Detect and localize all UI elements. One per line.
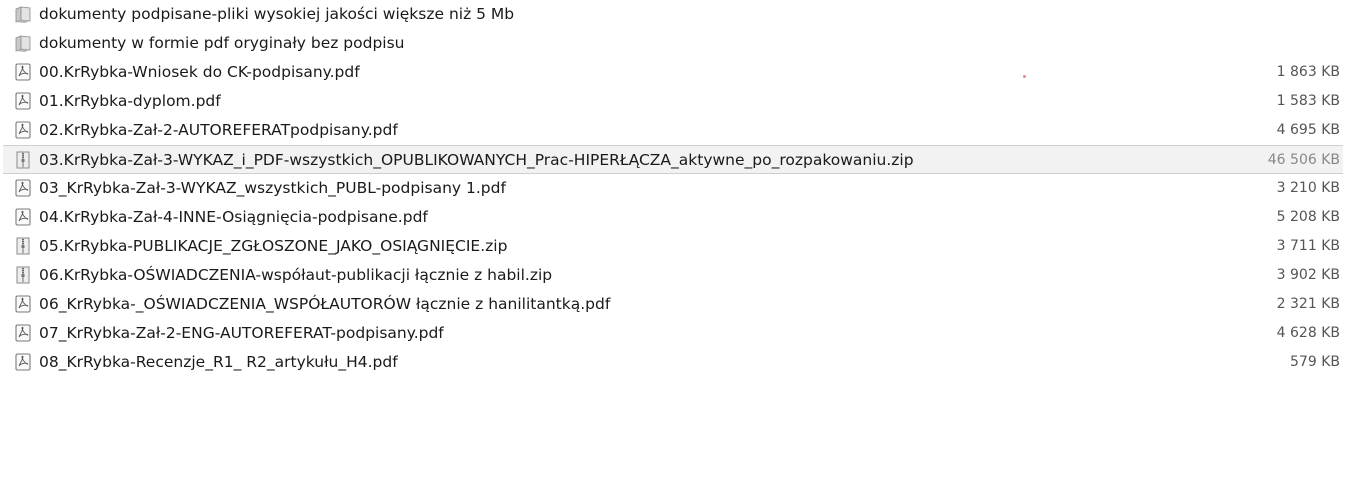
file-size: 3 902 KB	[1276, 267, 1340, 283]
file-row[interactable]: 07_KrRybka-Zał-2-ENG-AUTOREFERAT-podpisa…	[0, 319, 1346, 348]
file-name: 08_KrRybka-Recenzje_R1_ R2_artykułu_H4.p…	[39, 353, 398, 371]
pdf-file-icon	[14, 120, 32, 140]
file-name: 02.KrRybka-Zał-2-AUTOREFERATpodpisany.pd…	[39, 121, 398, 139]
file-row[interactable]: 03_KrRybka-Zał-3-WYKAZ_wszystkich_PUBL-p…	[0, 174, 1346, 203]
file-name: 07_KrRybka-Zał-2-ENG-AUTOREFERAT-podpisa…	[39, 324, 444, 342]
pdf-file-icon	[14, 62, 32, 82]
file-row[interactable]: 04.KrRybka-Zał-4-INNE-Osiągnięcia-podpis…	[0, 203, 1346, 232]
file-name: 04.KrRybka-Zał-4-INNE-Osiągnięcia-podpis…	[39, 208, 428, 226]
file-size: 1 583 KB	[1276, 93, 1340, 109]
file-list: dokumenty podpisane-pliki wysokiej jakoś…	[0, 0, 1346, 377]
file-size: 4 695 KB	[1276, 122, 1340, 138]
file-size: 5 208 KB	[1276, 209, 1340, 225]
file-size: 3 711 KB	[1276, 238, 1340, 254]
file-row[interactable]: 06_KrRybka-_OŚWIADCZENIA_WSPÓŁAUTORÓW łą…	[0, 290, 1346, 319]
file-size: 46 506 KB	[1267, 152, 1340, 168]
zip-file-icon	[14, 236, 32, 256]
scan-speck	[1023, 75, 1026, 78]
pdf-file-icon	[14, 91, 32, 111]
file-size: 579 KB	[1290, 354, 1340, 370]
file-row[interactable]: 01.KrRybka-dyplom.pdf 1 583 KB	[0, 87, 1346, 116]
file-name: 00.KrRybka-Wniosek do CK-podpisany.pdf	[39, 63, 360, 81]
file-row[interactable]: 02.KrRybka-Zał-2-AUTOREFERATpodpisany.pd…	[0, 116, 1346, 145]
file-size: 3 210 KB	[1276, 180, 1340, 196]
zip-file-icon	[14, 265, 32, 285]
file-name: 03_KrRybka-Zał-3-WYKAZ_wszystkich_PUBL-p…	[39, 179, 506, 197]
file-name: dokumenty podpisane-pliki wysokiej jakoś…	[39, 5, 515, 23]
file-name: dokumenty w formie pdf oryginały bez pod…	[39, 34, 405, 52]
file-name: 05.KrRybka-PUBLIKACJE_ZGŁOSZONE_JAKO_OSI…	[39, 237, 508, 255]
file-name: 06.KrRybka-OŚWIADCZENIA-współaut-publika…	[39, 266, 553, 284]
file-row[interactable]: 08_KrRybka-Recenzje_R1_ R2_artykułu_H4.p…	[0, 348, 1346, 377]
folder-icon	[14, 4, 32, 24]
file-name: 06_KrRybka-_OŚWIADCZENIA_WSPÓŁAUTORÓW łą…	[39, 295, 611, 313]
file-size: 2 321 KB	[1276, 296, 1340, 312]
pdf-file-icon	[14, 323, 32, 343]
file-row[interactable]: 05.KrRybka-PUBLIKACJE_ZGŁOSZONE_JAKO_OSI…	[0, 232, 1346, 261]
zip-file-icon	[14, 150, 32, 170]
pdf-file-icon	[14, 352, 32, 372]
folder-icon	[14, 33, 32, 53]
file-row[interactable]: 03.KrRybka-Zał-3-WYKAZ_i_PDF-wszystkich_…	[3, 145, 1343, 174]
pdf-file-icon	[14, 178, 32, 198]
file-name: 03.KrRybka-Zał-3-WYKAZ_i_PDF-wszystkich_…	[39, 151, 914, 169]
file-name: 01.KrRybka-dyplom.pdf	[39, 92, 221, 110]
pdf-file-icon	[14, 294, 32, 314]
pdf-file-icon	[14, 207, 32, 227]
file-row[interactable]: dokumenty w formie pdf oryginały bez pod…	[0, 29, 1346, 58]
file-size: 1 863 KB	[1276, 64, 1340, 80]
file-row[interactable]: 00.KrRybka-Wniosek do CK-podpisany.pdf 1 …	[0, 58, 1346, 87]
file-row[interactable]: dokumenty podpisane-pliki wysokiej jakoś…	[0, 0, 1346, 29]
file-size: 4 628 KB	[1276, 325, 1340, 341]
file-row[interactable]: 06.KrRybka-OŚWIADCZENIA-współaut-publika…	[0, 261, 1346, 290]
